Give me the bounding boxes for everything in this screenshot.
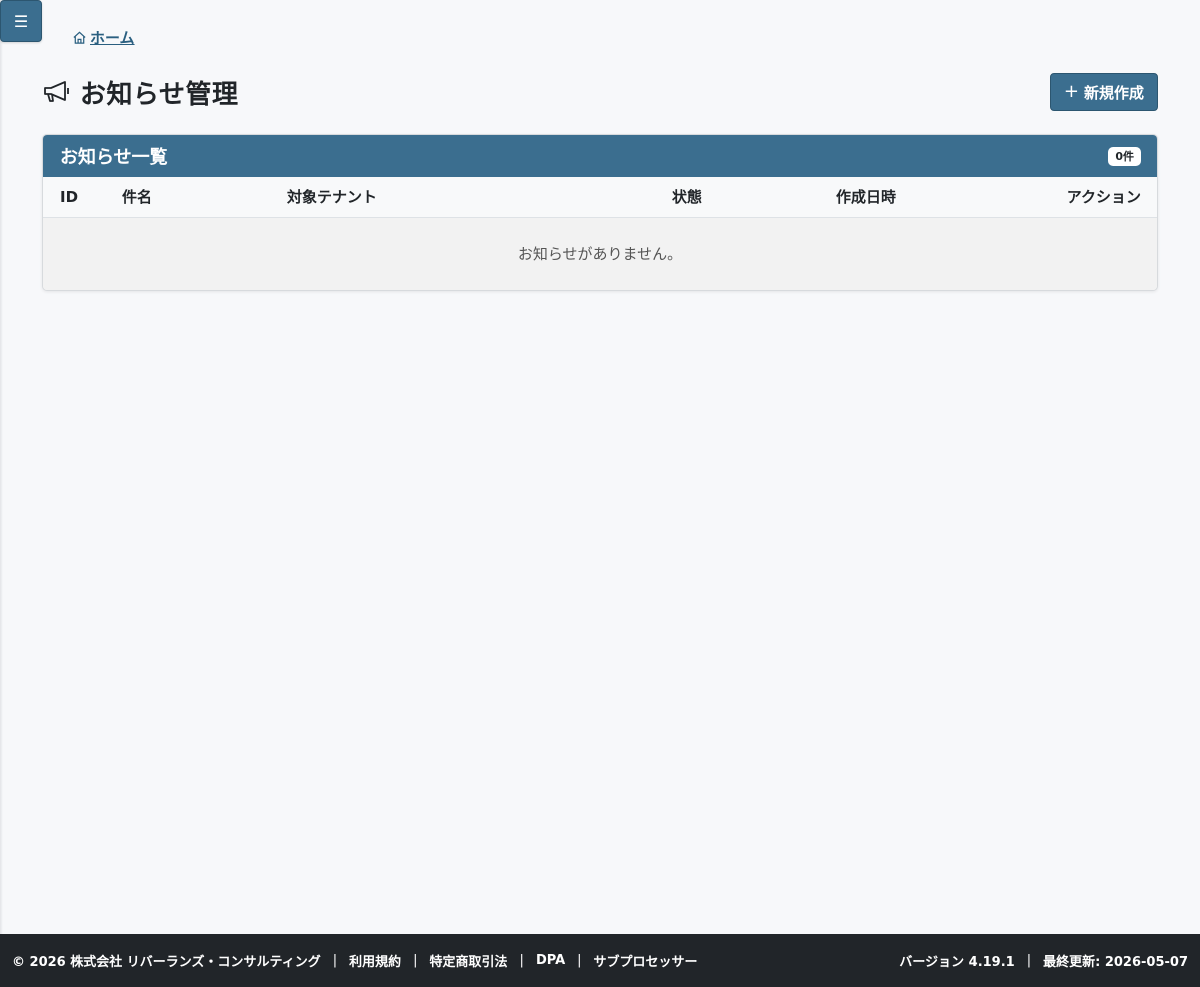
footer-right: バージョン 4.19.1 | 最終更新: 2026-05-07 [899, 951, 1188, 970]
announcements-table: ID 件名 対象テナント 状態 作成日時 アクション お知らせがありません。 [43, 177, 1157, 290]
footer-link-dpa[interactable]: DPA [536, 953, 565, 968]
breadcrumb-home-link[interactable]: ホーム [72, 27, 135, 48]
left-edge-shadow [0, 0, 3, 934]
breadcrumb: ホーム [72, 27, 135, 47]
column-header-subject: 件名 [114, 177, 279, 218]
column-header-created-at: 作成日時 [828, 177, 988, 218]
footer-separator: | [1026, 953, 1032, 968]
card-title: お知らせ一覧 [60, 147, 168, 168]
version-text: バージョン 4.19.1 [899, 955, 1015, 970]
table-row: お知らせがありません。 [43, 217, 1157, 290]
megaphone-icon [44, 81, 69, 102]
column-header-id: ID [43, 177, 114, 218]
footer-separator: | [519, 953, 524, 968]
table-header-row: ID 件名 対象テナント 状態 作成日時 アクション [43, 177, 1157, 218]
breadcrumb-home-label: ホーム [90, 28, 135, 47]
plus-icon: + [1063, 81, 1079, 102]
new-button-label: 新規作成 [1083, 83, 1144, 102]
last-updated-text: 最終更新: 2026-05-07 [1043, 955, 1188, 970]
footer-link-terms[interactable]: 利用規約 [349, 951, 401, 970]
footer-separator: | [332, 953, 338, 968]
title-wrap: お知らせ管理 [42, 74, 238, 111]
footer: © 2026 株式会社 リバーランズ・コンサルティング | 利用規約 | 特定商… [0, 934, 1200, 987]
empty-message: お知らせがありません。 [43, 217, 1157, 290]
footer-link-subprocessors[interactable]: サブプロセッサー [594, 951, 698, 970]
card-header: お知らせ一覧 0件 [43, 135, 1157, 177]
column-header-status: 状態 [664, 177, 828, 218]
column-header-actions: アクション [988, 177, 1157, 218]
footer-separator: | [413, 953, 418, 968]
house-icon [73, 31, 86, 44]
footer-separator: | [577, 953, 582, 968]
menu-toggle-button[interactable]: ☰ [0, 0, 42, 42]
new-announcement-button[interactable]: + 新規作成 [1049, 73, 1158, 111]
hamburger-menu-icon: ☰ [13, 11, 29, 31]
footer-left: © 2026 株式会社 リバーランズ・コンサルティング | 利用規約 | 特定商… [12, 951, 698, 970]
page-header: お知らせ管理 + 新規作成 [42, 72, 1158, 112]
announcements-card: お知らせ一覧 0件 ID 件名 対象テナント 状態 作成日時 アクション お知ら… [42, 134, 1158, 291]
footer-link-commerce-law[interactable]: 特定商取引法 [430, 951, 508, 970]
column-header-target-tenant: 対象テナント [279, 177, 664, 218]
copyright-text: © 2026 株式会社 リバーランズ・コンサルティング [12, 955, 321, 970]
page-title: お知らせ管理 [80, 79, 239, 110]
count-badge: 0件 [1108, 146, 1141, 166]
